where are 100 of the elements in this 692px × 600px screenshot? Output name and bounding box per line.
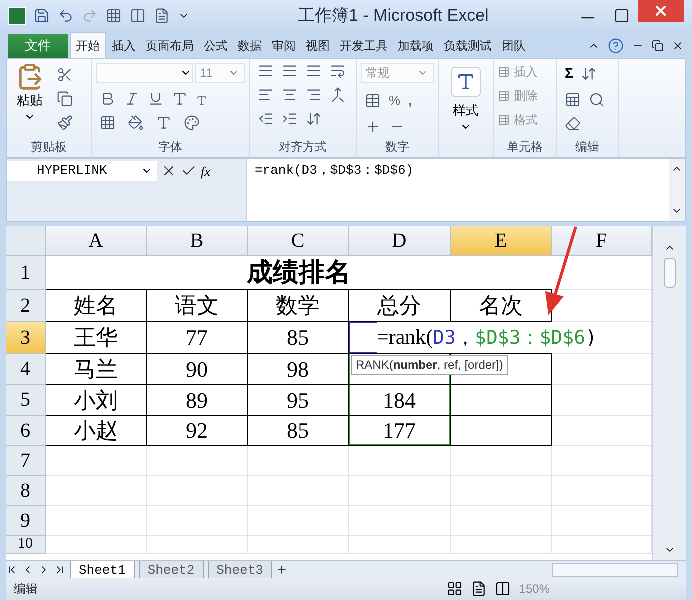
align-bottom-icon[interactable] [306, 63, 322, 79]
ribbon-tab[interactable]: 插入 [108, 34, 140, 58]
paintbrush-icon[interactable] [57, 115, 73, 131]
close-button[interactable] [638, 0, 684, 22]
column-header[interactable]: D [349, 226, 451, 256]
table-cell: 184 [349, 385, 451, 416]
table-cell: 77 [147, 322, 248, 354]
row-header[interactable]: 7 [6, 446, 46, 476]
ribbon-tab[interactable]: 页面布局 [142, 34, 198, 58]
ribbon-tab[interactable]: 审阅 [268, 34, 300, 58]
table-cell: 92 [147, 416, 248, 446]
merge-icon[interactable] [330, 87, 346, 103]
help-icon[interactable] [608, 38, 624, 54]
group-label: 单元格 [507, 139, 543, 156]
ribbon-tab[interactable]: 视图 [302, 34, 334, 58]
save-icon[interactable] [34, 8, 50, 24]
group-label: 编辑 [576, 139, 600, 156]
new-sheet-icon[interactable] [276, 564, 288, 576]
align-right-icon[interactable] [306, 87, 322, 103]
sheet-tab[interactable]: Sheet2 [138, 560, 204, 578]
styles-button[interactable]: 样式 [443, 63, 489, 132]
group-label: 剪贴板 [31, 139, 67, 156]
sheet-tab[interactable]: Sheet1 [70, 560, 135, 578]
last-sheet-icon[interactable] [54, 564, 66, 576]
align-left-icon[interactable] [258, 87, 274, 103]
row-header[interactable]: 9 [6, 506, 46, 536]
sheet-tab[interactable]: Sheet3 [208, 560, 272, 578]
table-cell: 89 [147, 385, 248, 416]
sort-icon[interactable] [581, 66, 598, 82]
scroll-thumb[interactable] [664, 258, 676, 288]
clear-icon[interactable] [565, 116, 581, 132]
page-layout-icon[interactable] [471, 581, 488, 597]
font-shrink-icon[interactable] [196, 95, 208, 107]
row-header[interactable]: 6 [6, 416, 46, 446]
column-header[interactable]: F [552, 226, 652, 256]
scissors-icon[interactable] [57, 67, 73, 83]
table-cell: 小赵 [46, 416, 147, 446]
font-color-icon[interactable] [156, 115, 172, 131]
column-header[interactable]: B [147, 226, 248, 256]
ribbon-tab[interactable]: 数据 [234, 34, 266, 58]
percent-button[interactable]: % [389, 91, 401, 110]
styles-icon [456, 72, 476, 92]
row-header[interactable]: 10 [6, 536, 46, 554]
row-header[interactable]: 4 [6, 354, 46, 385]
restore-workbook-icon[interactable] [652, 40, 664, 52]
maximize-icon[interactable] [614, 8, 630, 24]
column-header[interactable]: E [451, 226, 552, 256]
indent-decrease-icon[interactable] [258, 111, 274, 127]
align-top-icon[interactable] [258, 63, 274, 79]
file-tab[interactable]: 文件 [8, 34, 68, 58]
first-sheet-icon[interactable] [6, 564, 18, 576]
row-header[interactable]: 2 [6, 290, 46, 322]
ribbon-tab[interactable]: 开始 [70, 32, 106, 58]
group-label: 数字 [386, 139, 410, 156]
table-cell: 小刘 [46, 385, 147, 416]
close-workbook-icon[interactable] [672, 40, 684, 52]
copy-icon[interactable] [57, 91, 73, 107]
row-header[interactable]: 5 [6, 385, 46, 416]
table-cell: 姓名 [46, 290, 147, 322]
font-grow-icon[interactable] [172, 91, 188, 107]
align-middle-icon[interactable] [282, 63, 298, 79]
horizontal-scrollbar[interactable] [552, 562, 678, 576]
border-icon[interactable] [100, 115, 116, 131]
ribbon-tab[interactable]: 负载测试 [440, 34, 496, 58]
ribbon-tab[interactable]: 开发工具 [336, 34, 392, 58]
status-mode: 编辑 [14, 581, 38, 598]
table-cell: 85 [248, 416, 349, 446]
table-icon [498, 114, 510, 126]
paste-button[interactable]: 粘贴 [11, 63, 49, 131]
autosum-button[interactable]: Σ [565, 63, 574, 84]
align-center-icon[interactable] [282, 87, 298, 103]
table-cell: 95 [248, 385, 349, 416]
font-name-field[interactable] [96, 63, 194, 83]
table-icon [498, 66, 510, 78]
fill-color-icon[interactable] [128, 115, 144, 131]
comma-button[interactable]: , [408, 91, 412, 110]
row-header[interactable]: 8 [6, 476, 46, 506]
columns-icon[interactable] [130, 8, 146, 24]
table-cell: 85 [248, 322, 349, 354]
underline-icon[interactable] [148, 91, 164, 107]
row-header[interactable]: 1 [6, 256, 46, 290]
close-icon [653, 3, 669, 19]
ribbon-tab[interactable]: 加载项 [394, 34, 438, 58]
column-header[interactable]: A [46, 226, 147, 256]
table-icon [498, 90, 510, 102]
row-header[interactable]: 3 [6, 322, 46, 354]
find-icon[interactable] [589, 92, 605, 108]
indent-increase-icon[interactable] [282, 111, 298, 127]
italic-icon[interactable] [124, 91, 140, 107]
table-cell: 数学 [248, 290, 349, 322]
ribbon-tab[interactable]: 公式 [200, 34, 232, 58]
ribbon-tab[interactable]: 团队 [498, 34, 530, 58]
undo-icon[interactable] [58, 8, 74, 24]
column-header[interactable]: C [248, 226, 349, 256]
window-title: 工作簿1 - Microsoft Excel [298, 5, 489, 28]
page-break-icon[interactable] [495, 581, 512, 597]
normal-view-icon[interactable] [447, 581, 464, 597]
table-cell: 马兰 [46, 354, 147, 385]
table-cell: 语文 [147, 290, 248, 322]
wrap-text-icon[interactable] [330, 63, 346, 79]
